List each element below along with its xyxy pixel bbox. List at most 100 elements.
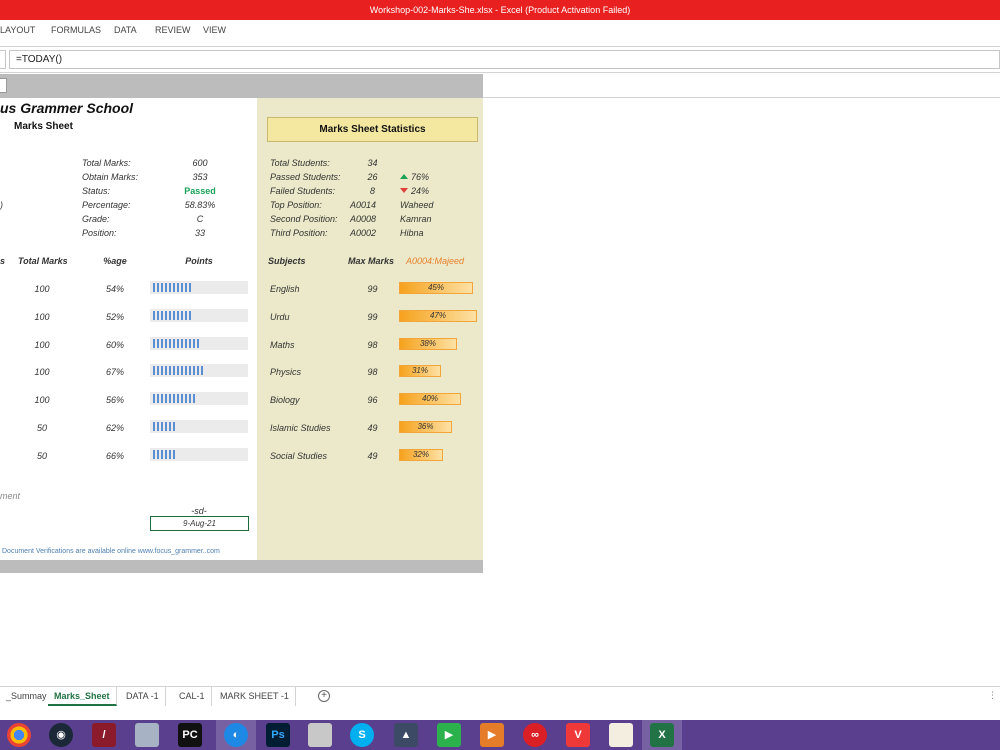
more-icon[interactable]: ⋮ [988,690,997,701]
subject-max: 49 [367,451,378,461]
row-total: 100 [34,284,50,294]
subject-name: Urdu [270,312,290,322]
points-segment [193,366,195,375]
points-segment [173,366,175,375]
marks-sheet-title: Marks Sheet [14,121,73,132]
ribbon-tab-view[interactable]: VIEW [203,25,226,35]
pycharm-icon[interactable]: PC [178,723,202,747]
summary-label-status: Status: [82,186,111,196]
stat-label: Failed Students: [270,186,336,196]
subject-percent-bar: 45% [399,282,473,294]
points-segment [197,339,199,348]
points-segment [165,283,167,292]
bottom-band [0,560,483,573]
stat-label: Total Students: [270,158,330,168]
sheet-tab-marks-sheet[interactable]: Marks_Sheet [48,687,117,706]
summary-value-grade: C [196,214,204,224]
points-segment [181,311,183,320]
points-segment [161,339,163,348]
subject-max: 98 [367,367,378,377]
ribbon-tab-layout[interactable]: LAYOUT [0,25,35,35]
subject-percent-bar: 32% [399,449,443,461]
chrome-icon[interactable] [7,723,31,747]
skype-icon[interactable]: S [350,723,374,747]
ribbon-tab-review[interactable]: REVIEW [155,25,191,35]
row-percentage: 62% [105,423,124,433]
points-segment [165,394,167,403]
points-segment [185,394,187,403]
sheet-tab-summary[interactable]: _Summay [0,687,54,706]
points-segment [173,450,175,459]
row-percentage: 52% [105,312,124,322]
points-bar [150,309,248,322]
add-sheet-button[interactable]: + [318,690,330,702]
column-header-cell[interactable] [0,78,7,93]
ribbon-tab-data[interactable]: DATA [114,25,137,35]
points-segment [161,450,163,459]
row-percentage: 66% [105,451,124,461]
subject-percent-bar: 31% [399,365,441,377]
sheet-tab-mark-sheet-1[interactable]: MARK SHEET -1 [214,687,296,706]
points-segment [169,450,171,459]
app-icon[interactable]: / [92,723,116,747]
summary-value-obtain: 353 [192,172,208,182]
vivaldi-icon[interactable]: V [566,723,590,747]
sheet-tabs: _Summay Marks_Sheet DATA -1 CAL-1 MARK S… [0,686,1000,706]
editor-icon[interactable]: ▲ [394,723,418,747]
points-segment [173,339,175,348]
row-total: 50 [36,423,47,433]
files-icon[interactable] [308,723,332,747]
points-segment [173,394,175,403]
stat-value: 8 [369,186,375,196]
book-icon[interactable] [609,723,633,747]
date-cell[interactable]: 9-Aug-21 [150,516,249,531]
photos-icon[interactable] [135,723,159,747]
header-max-marks: Max Marks [348,256,395,266]
sheet-tab-cal-1[interactable]: CAL-1 [173,687,212,706]
row-percentage: 54% [105,284,124,294]
subject-max: 96 [367,395,378,405]
points-segment [177,283,179,292]
points-segment [157,366,159,375]
steam-icon[interactable]: ◉ [49,723,73,747]
school-name: us Grammer School [0,100,134,116]
creative-cloud-icon[interactable]: ∞ [523,723,547,747]
window-title-bar: Workshop-002-Marks-She.xlsx - Excel (Pro… [0,0,1000,20]
points-segment [161,283,163,292]
sheet-tab-data-1[interactable]: DATA -1 [120,687,166,706]
points-bar [150,337,248,350]
subject-name: Maths [270,340,295,350]
summary-label-percentage: Percentage: [82,200,131,210]
points-segment [165,339,167,348]
formula-input[interactable]: =TODAY() [9,50,1000,69]
points-segment [197,366,199,375]
summary-label-obtain: Obtain Marks: [82,172,139,182]
points-segment [157,450,159,459]
player-icon[interactable]: ▶ [480,723,504,747]
photoshop-icon[interactable]: Ps [266,723,290,747]
name-box[interactable] [0,50,6,69]
points-segment [165,366,167,375]
points-segment [157,422,159,431]
header-percentage: %age [103,256,127,266]
excel-icon[interactable]: X [650,723,674,747]
points-segment [169,422,171,431]
points-segment [161,394,163,403]
row-percentage: 60% [105,340,124,350]
ribbon-tab-formulas[interactable]: FORMULAS [51,25,101,35]
stat-label: Top Position: [270,200,322,210]
points-segment [157,283,159,292]
ribbon-tabs: LAYOUT FORMULAS DATA REVIEW VIEW [0,20,1000,47]
browser-icon[interactable]: ◐ [224,723,248,747]
media-icon[interactable]: ▶ [437,723,461,747]
summary-value-position: 33 [194,228,205,238]
left-stub: ) [0,200,3,210]
stat-value: A0014 [350,200,377,210]
header-total-marks: Total Marks [18,256,68,266]
row-total: 50 [36,451,47,461]
points-segment [157,394,159,403]
points-segment [169,394,171,403]
signature-label: -sd- [191,506,207,516]
points-segment [169,283,171,292]
points-segment [181,366,183,375]
